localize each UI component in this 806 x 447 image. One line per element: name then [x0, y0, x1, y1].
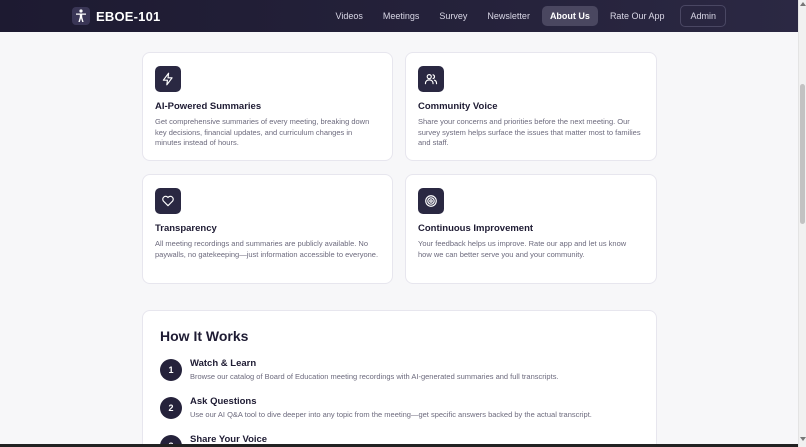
main-nav: Videos Meetings Survey Newsletter About … [324, 0, 726, 32]
feature-card-continuous-improvement: Continuous Improvement Your feedback hel… [405, 174, 657, 284]
nav-survey[interactable]: Survey [431, 6, 475, 26]
brand-logo-icon [72, 7, 90, 25]
step-title: Ask Questions [190, 396, 257, 407]
target-icon [418, 188, 444, 214]
feature-description: Your feedback helps us improve. Rate our… [418, 239, 627, 259]
scrollbar-thumb[interactable] [800, 84, 805, 224]
nav-rate-our-app[interactable]: Rate Our App [602, 6, 673, 26]
lightning-icon [155, 66, 181, 92]
scroll-up-arrow-icon[interactable] [800, 2, 806, 6]
brand-title: EBOE-101 [96, 8, 161, 24]
how-it-works-section: How It Works 1 Watch & Learn Browse our … [142, 310, 657, 447]
top-navigation-bar: EBOE-101 Videos Meetings Survey Newslett… [0, 0, 798, 32]
feature-card-community-voice: Community Voice Share your concerns and … [405, 52, 657, 161]
page-scrollbar[interactable] [798, 0, 806, 447]
feature-description: All meeting recordings and summaries are… [155, 239, 379, 259]
feature-description: Get comprehensive summaries of every mee… [155, 117, 370, 148]
step-title: Watch & Learn [190, 358, 257, 369]
nav-videos[interactable]: Videos [328, 6, 371, 26]
nav-meetings[interactable]: Meetings [375, 6, 428, 26]
heart-icon [155, 188, 181, 214]
brand[interactable]: EBOE-101 [72, 7, 160, 25]
step-number-badge: 2 [160, 397, 182, 419]
scroll-down-arrow-icon[interactable] [800, 437, 806, 441]
nav-admin-button[interactable]: Admin [680, 5, 726, 27]
step-number-badge: 1 [160, 359, 182, 381]
step-description: Use our AI Q&A tool to dive deeper into … [190, 410, 592, 419]
users-icon [418, 66, 444, 92]
feature-card-ai-summaries: AI-Powered Summaries Get comprehensive s… [142, 52, 393, 161]
nav-about-us[interactable]: About Us [541, 6, 598, 26]
nav-newsletter[interactable]: Newsletter [479, 6, 538, 26]
step-description: Browse our catalog of Board of Education… [190, 372, 559, 381]
feature-title: AI-Powered Summaries [155, 101, 262, 112]
section-title: How It Works [160, 328, 249, 344]
feature-title: Continuous Improvement [418, 223, 534, 234]
feature-title: Transparency [155, 223, 217, 234]
feature-title: Community Voice [418, 101, 498, 112]
feature-description: Share your concerns and priorities befor… [418, 117, 641, 148]
feature-card-transparency: Transparency All meeting recordings and … [142, 174, 393, 284]
